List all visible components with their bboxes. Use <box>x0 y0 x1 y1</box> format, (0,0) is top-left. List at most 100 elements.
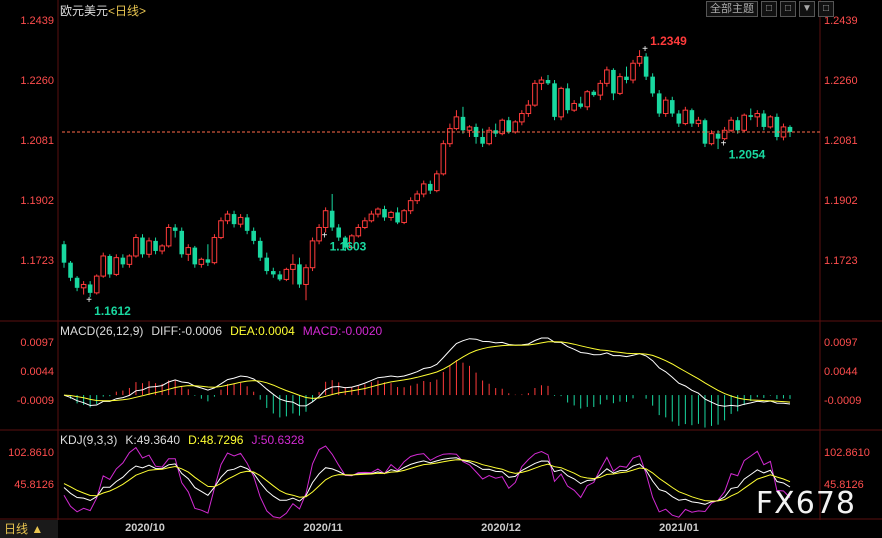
candle-body <box>224 213 231 222</box>
kdj-j-line <box>63 445 791 519</box>
candle-body <box>251 230 256 241</box>
candle-body <box>545 80 551 84</box>
candle-body <box>309 240 316 269</box>
candle-body <box>682 109 689 125</box>
period-tab[interactable]: 日线 ▲ <box>0 520 58 538</box>
x-axis-label: 2020/10 <box>125 522 165 534</box>
candle-body <box>74 277 80 288</box>
candle-body <box>512 121 519 133</box>
dropdown-icon[interactable]: ▼ <box>799 1 815 17</box>
candle-body <box>271 271 276 275</box>
macd-value: MACD:-0.0020 <box>302 324 383 338</box>
candle-body <box>643 56 649 77</box>
candle-body <box>767 116 774 128</box>
macd-name: MACD(26,12,9) <box>60 324 144 338</box>
candle-body <box>453 116 460 130</box>
candle-body <box>532 82 538 106</box>
candle-body <box>264 257 270 272</box>
macd-diff-line <box>63 337 791 407</box>
candle-body <box>303 267 309 285</box>
square-icon[interactable]: □ <box>761 1 777 17</box>
price-axis-label-left: 1.1902 <box>20 195 54 207</box>
candle-body <box>140 237 145 255</box>
extreme-marker: + <box>642 44 648 55</box>
kdj-axis-label-left: 102.8610 <box>8 447 54 459</box>
macd-legend: MACD(26,12,9) DIFF:-0.0006 DEA:0.0004 MACD:… <box>60 324 390 338</box>
macd-axis-label-left: 0.0097 <box>20 337 54 349</box>
candle-body <box>113 257 120 275</box>
candle-body <box>447 128 453 145</box>
candle-body <box>80 283 87 289</box>
candle-body <box>205 259 211 263</box>
theme-select[interactable]: 全部主题 <box>706 1 758 17</box>
x-axis-label: 2020/11 <box>303 522 342 534</box>
candle-body <box>774 116 780 137</box>
price-axis-label-right: 1.1902 <box>824 195 858 207</box>
candle-body <box>244 217 250 231</box>
macd-dea: DEA:0.0004 <box>230 324 295 338</box>
candle-body <box>126 255 133 265</box>
candle-body <box>578 103 583 107</box>
candle-body <box>290 263 296 270</box>
candle-body <box>283 268 290 280</box>
candle-body <box>787 126 793 132</box>
candle-body <box>165 226 172 247</box>
candle-body <box>172 227 178 231</box>
candle-body <box>388 211 394 218</box>
extreme-label: 1.2054 <box>729 147 766 161</box>
price-axis-label-right: 1.2260 <box>824 75 858 87</box>
candle-body <box>68 262 73 278</box>
kdj-d: D:48.7296 <box>188 433 244 447</box>
maximize-icon[interactable]: □ <box>818 1 834 17</box>
candle-body <box>120 257 126 265</box>
candle-body <box>368 213 375 222</box>
candle-body <box>552 83 557 117</box>
kdj-k: K:49.3640 <box>125 433 181 447</box>
candle-body <box>231 214 237 225</box>
kdj-d-line <box>63 459 791 502</box>
candle-body <box>656 93 662 114</box>
price-axis-label-left: 1.1723 <box>20 255 54 267</box>
candle-body <box>362 220 368 228</box>
candle-body <box>257 240 263 258</box>
chart-title: 欧元美元<日线> <box>60 2 146 19</box>
window-icon[interactable]: □ <box>780 1 796 17</box>
extreme-marker: + <box>86 295 92 306</box>
candle-body <box>689 110 695 124</box>
candle-body <box>525 104 532 115</box>
extreme-label: 1.1603 <box>330 240 367 254</box>
price-chart: 1.2439 1.24391.2260 1.22601.2081 1.20811.19… <box>0 0 882 534</box>
candle-body <box>695 119 702 125</box>
candle-body <box>741 114 748 131</box>
candle-body <box>565 88 570 111</box>
macd-axis-label-left: 0.0044 <box>20 366 54 378</box>
candle-body <box>761 113 767 127</box>
symbol-name: 欧元美元 <box>60 4 109 18</box>
candle-body <box>322 210 329 228</box>
macd-axis-label-right: -0.0009 <box>824 395 861 407</box>
candle-body <box>662 99 669 115</box>
candle-body <box>100 255 107 277</box>
candle-body <box>676 113 682 124</box>
candle-body <box>218 220 224 239</box>
candle-body <box>584 91 591 108</box>
candle-body <box>611 69 616 94</box>
candle-body <box>617 76 623 94</box>
candle-body <box>133 237 139 257</box>
candle-body <box>558 87 564 118</box>
candle-body <box>735 120 740 131</box>
candle-body <box>591 91 597 96</box>
chart-toolbar: 全部主题 □ □ ▼ □ <box>706 1 834 17</box>
kdj-axis-label-left: 45.8126 <box>14 479 54 491</box>
candle-body <box>420 183 427 195</box>
candle-body <box>93 275 100 294</box>
candle-body <box>636 56 643 64</box>
candle-body <box>624 76 629 80</box>
candle-body <box>571 102 577 111</box>
candle-body <box>401 210 407 223</box>
extreme-label: 1.2349 <box>650 34 687 48</box>
price-axis-label-left: 1.2081 <box>20 135 54 147</box>
candle-body <box>198 258 205 265</box>
kdj-name: KDJ(9,3,3) <box>60 433 118 447</box>
candle-body <box>192 247 198 265</box>
